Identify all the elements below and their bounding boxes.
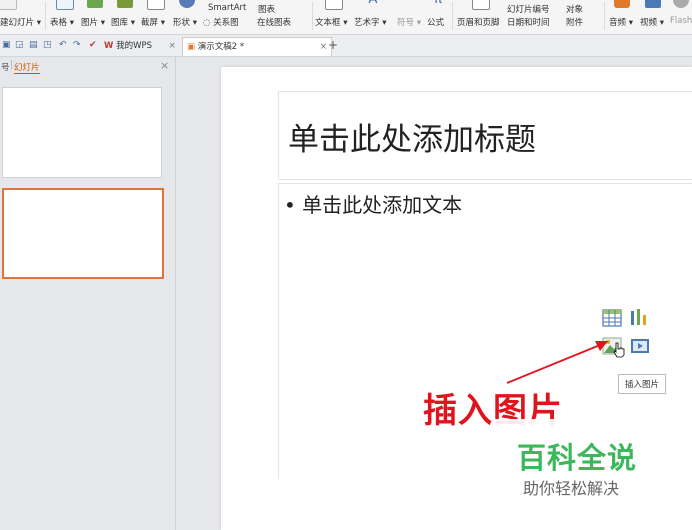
document-tab-bar: ▣ ◲ ▤ ◳ ↶ ↷ ✔ W 我的WPS × ▣ 演示文稿2 * × + bbox=[0, 35, 692, 57]
insert-video-icon[interactable] bbox=[630, 337, 650, 355]
flash-button[interactable]: Flash bbox=[670, 0, 692, 32]
screenshot-button[interactable]: 截屏 ▾ bbox=[141, 0, 171, 32]
close-tab-icon[interactable]: × bbox=[169, 41, 176, 51]
tab-my-wps[interactable]: W 我的WPS × bbox=[100, 37, 180, 55]
attachment-button[interactable]: 附件 bbox=[566, 2, 598, 32]
new-tab-button[interactable]: + bbox=[328, 38, 338, 52]
screenshot-icon bbox=[147, 0, 165, 10]
slide-thumbnail-2[interactable] bbox=[2, 188, 164, 279]
smartart-button[interactable]: SmartArt bbox=[208, 0, 258, 19]
picture-icon bbox=[87, 0, 103, 8]
new-slide-button[interactable]: 建幻灯片 ▾ bbox=[0, 0, 42, 32]
insert-chart-icon[interactable] bbox=[629, 308, 649, 326]
header-footer-icon bbox=[472, 0, 490, 10]
insert-picture-tooltip: 插入图片 bbox=[618, 374, 667, 394]
shape-icon bbox=[179, 0, 195, 8]
textbox-button[interactable]: 文本框 ▾ bbox=[315, 0, 353, 32]
new-slide-icon bbox=[0, 0, 17, 10]
title-placeholder-text: 单击此处添加标题 bbox=[288, 122, 536, 158]
symbol-button[interactable]: 符号 ▾ bbox=[397, 2, 423, 32]
watermark: 百科全说 助你轻松解决 bbox=[493, 419, 668, 509]
picture-button[interactable]: 图片 ▾ bbox=[81, 0, 109, 32]
flash-icon bbox=[673, 0, 689, 8]
content-placeholder-text: • 单击此处添加文本 bbox=[284, 193, 463, 217]
watermark-subtitle: 助你轻松解决 bbox=[523, 479, 620, 498]
watermark-title: 百科全说 bbox=[517, 441, 638, 475]
close-pane-icon[interactable]: × bbox=[160, 59, 169, 72]
formula-icon: π bbox=[430, 0, 446, 8]
audio-button[interactable]: 音频 ▾ bbox=[609, 0, 635, 32]
ribbon-toolbar: 建幻灯片 ▾ 表格 ▾ 图片 ▾ 图库 ▾ 截屏 ▾ 形状 ▾ ◌ 关系图 Sm… bbox=[0, 0, 692, 35]
customize-icon[interactable]: ✔ bbox=[89, 40, 99, 50]
wps-logo-icon: W bbox=[104, 41, 114, 51]
print-icon[interactable]: ▤ bbox=[29, 40, 39, 50]
table-icon bbox=[56, 0, 74, 10]
title-placeholder[interactable]: 单击此处添加标题 bbox=[278, 91, 692, 180]
redo-icon[interactable]: ↷ bbox=[73, 40, 83, 50]
gallery-button[interactable]: 图库 ▾ bbox=[111, 0, 139, 32]
pane-header: 号 | 幻灯片 × bbox=[1, 59, 170, 74]
slide-thumbnail-1[interactable] bbox=[2, 87, 162, 178]
save-icon[interactable]: ▣ bbox=[2, 40, 12, 50]
wordart-icon: A bbox=[365, 0, 381, 8]
presentation-file-icon: ▣ bbox=[187, 42, 196, 52]
undo-icon[interactable]: ↶ bbox=[59, 40, 69, 50]
textbox-icon bbox=[325, 0, 343, 10]
tab-outline[interactable]: 号 bbox=[1, 61, 10, 73]
insert-table-icon[interactable] bbox=[602, 309, 622, 327]
header-footer-button[interactable]: 页眉和页脚 bbox=[457, 0, 505, 32]
export-icon[interactable]: ◲ bbox=[15, 40, 25, 50]
video-icon bbox=[645, 0, 661, 8]
gallery-icon bbox=[117, 0, 133, 8]
video-button[interactable]: 视频 ▾ bbox=[640, 0, 666, 32]
preview-icon[interactable]: ◳ bbox=[43, 40, 53, 50]
annotation-arrow bbox=[506, 341, 608, 384]
hand-cursor-icon bbox=[613, 342, 625, 358]
tab-slides[interactable]: 幻灯片 bbox=[14, 61, 40, 74]
close-doc-tab-icon[interactable]: × bbox=[320, 38, 327, 56]
datetime-button[interactable]: 日期和时间 bbox=[507, 2, 563, 32]
tab-document[interactable]: ▣ 演示文稿2 * × bbox=[182, 37, 332, 56]
formula-button[interactable]: π 公式 bbox=[427, 0, 449, 32]
wordart-button[interactable]: A 艺术字 ▾ bbox=[354, 0, 392, 32]
online-chart-button[interactable]: 在线图表 bbox=[257, 2, 311, 32]
audio-icon bbox=[614, 0, 630, 8]
slide-thumbnail-pane: 号 | 幻灯片 × bbox=[0, 57, 176, 530]
shape-button[interactable]: 形状 ▾ bbox=[173, 0, 201, 32]
table-button[interactable]: 表格 ▾ bbox=[50, 0, 80, 32]
